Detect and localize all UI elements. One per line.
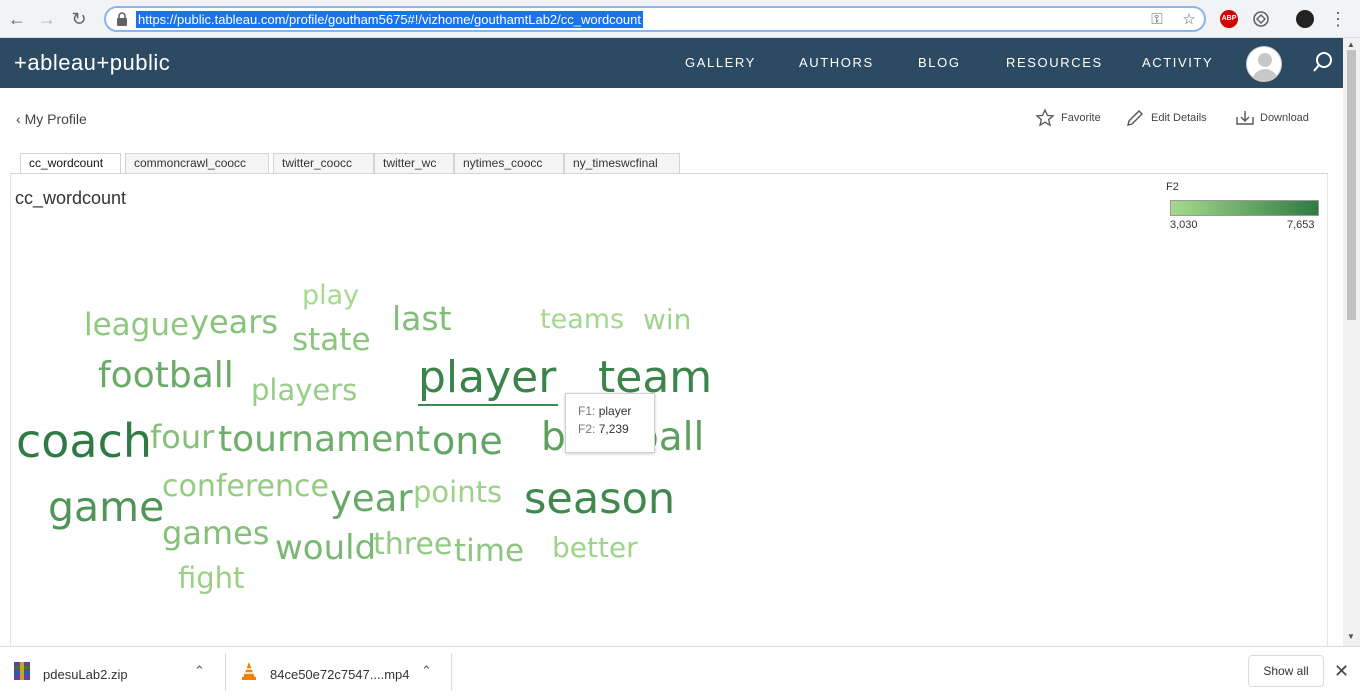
search-icon[interactable] (1312, 51, 1334, 73)
word-would[interactable]: would (275, 531, 376, 565)
word-years[interactable]: years (190, 306, 278, 338)
edit-details-button[interactable]: Edit Details (1151, 112, 1207, 124)
favorite-button[interactable]: Favorite (1061, 112, 1101, 124)
word-football[interactable]: football (98, 358, 234, 394)
word-play[interactable]: play (302, 282, 359, 309)
tableau-logo[interactable]: +ableau+public (14, 50, 170, 76)
tab-twitter-coocc[interactable]: twitter_coocc (273, 153, 374, 173)
legend-title: F2 (1166, 181, 1179, 193)
show-all-button[interactable]: Show all (1248, 655, 1324, 687)
download-item-mp4[interactable]: 84ce50e72c7547....mp4 (270, 667, 410, 682)
tooltip-f1-value: player (598, 404, 632, 418)
sheet-title: cc_wordcount (15, 188, 127, 208)
nav-activity[interactable]: ACTIVITY (1142, 55, 1213, 70)
word-players[interactable]: players (251, 376, 357, 405)
nav-authors[interactable]: AUTHORS (799, 55, 874, 70)
chevron-up-icon[interactable]: ⌃ (194, 663, 205, 679)
my-profile-label: My Profile (24, 111, 87, 127)
word-teams[interactable]: teams (540, 306, 624, 333)
reload-icon[interactable]: ↻ (68, 8, 90, 30)
tab-twitter-wc[interactable]: twitter_wc (374, 153, 454, 173)
browser-toolbar: ← → ↻ https://public.tableau.com/profile… (0, 0, 1360, 38)
download-icon[interactable] (1235, 108, 1255, 128)
nav-blog[interactable]: BLOG (918, 55, 961, 70)
word-tournament[interactable]: tournament (218, 422, 430, 458)
key-icon[interactable]: ⚿ (1148, 11, 1166, 29)
word-year[interactable]: year (330, 480, 413, 517)
favorite-star-icon[interactable] (1035, 108, 1055, 128)
tooltip-f1-key: F1: (578, 404, 596, 418)
word-one[interactable]: one (432, 422, 503, 460)
word-four[interactable]: four (150, 421, 214, 453)
scroll-down-icon[interactable]: ▼ (1347, 632, 1355, 641)
word-last[interactable]: last (392, 302, 452, 335)
word-conference[interactable]: conference (162, 472, 329, 502)
word-time[interactable]: time (454, 536, 524, 567)
word-coach[interactable]: coach (16, 418, 152, 464)
word-points[interactable]: points (413, 478, 502, 507)
word-game[interactable]: game (48, 487, 164, 528)
star-icon[interactable]: ☆ (1180, 11, 1198, 29)
tab-cc-wordcount[interactable]: cc_wordcount (20, 153, 121, 174)
site-header: +ableau+public GALLERY AUTHORS BLOG RESO… (0, 38, 1343, 88)
word-three[interactable]: three (373, 530, 452, 560)
page-scrollbar[interactable]: ▲ ▼ (1343, 38, 1360, 646)
nav-gallery[interactable]: GALLERY (685, 55, 756, 70)
profile-avatar-icon[interactable] (1296, 10, 1314, 28)
word-player[interactable]: player (418, 356, 556, 400)
tooltip-f2-key: F2: (578, 422, 596, 436)
tab-commoncrawl-coocc[interactable]: commoncrawl_coocc (125, 153, 269, 173)
close-icon[interactable]: ✕ (1334, 661, 1349, 682)
forward-arrow-icon[interactable]: → (36, 8, 58, 30)
url-text[interactable]: https://public.tableau.com/profile/gouth… (136, 11, 643, 28)
word-games[interactable]: games (162, 517, 269, 549)
download-item-zip[interactable]: pdesuLab2.zip (43, 667, 128, 682)
address-bar[interactable]: https://public.tableau.com/profile/gouth… (104, 6, 1206, 32)
adblock-icon[interactable]: ABP (1220, 10, 1238, 28)
download-button[interactable]: Download (1260, 112, 1309, 124)
word-season[interactable]: season (524, 478, 675, 521)
hover-underline (418, 404, 558, 406)
tooltip-f2-value: 7,239 (598, 422, 629, 436)
tab-ny-timeswcfinal[interactable]: ny_timeswcfinal (564, 153, 680, 173)
legend-max: 7,653 (1287, 219, 1315, 231)
lock-icon (117, 12, 127, 26)
chevron-left-icon: ‹ (16, 111, 21, 127)
my-profile-link[interactable]: ‹ My Profile (16, 111, 87, 127)
chevron-up-icon[interactable]: ⌃ (421, 663, 432, 679)
word-fight[interactable]: fight (178, 564, 244, 593)
extension-icon[interactable] (1252, 10, 1270, 28)
word-league[interactable]: league (84, 310, 189, 341)
vlc-cone-icon (242, 662, 256, 680)
back-arrow-icon[interactable]: ← (6, 8, 28, 30)
color-legend[interactable] (1170, 200, 1319, 216)
menu-icon[interactable]: ⋮ (1327, 8, 1349, 30)
adblock-label: ABP (1221, 15, 1237, 22)
nav-resources[interactable]: RESOURCES (1006, 55, 1103, 70)
pencil-icon[interactable] (1125, 108, 1145, 128)
scroll-thumb[interactable] (1347, 50, 1356, 320)
word-state[interactable]: state (292, 325, 371, 356)
archive-file-icon (14, 662, 30, 680)
user-avatar[interactable] (1246, 46, 1282, 82)
word-win[interactable]: win (643, 306, 691, 334)
download-shelf: pdesuLab2.zip ⌃ 84ce50e72c7547....mp4 ⌃ … (0, 646, 1360, 695)
legend-min: 3,030 (1170, 219, 1198, 231)
tooltip: F1: player F2: 7,239 (565, 393, 655, 453)
scroll-up-icon[interactable]: ▲ (1347, 40, 1355, 49)
word-better[interactable]: better (552, 534, 638, 562)
tab-nytimes-coocc[interactable]: nytimes_coocc (454, 153, 564, 173)
